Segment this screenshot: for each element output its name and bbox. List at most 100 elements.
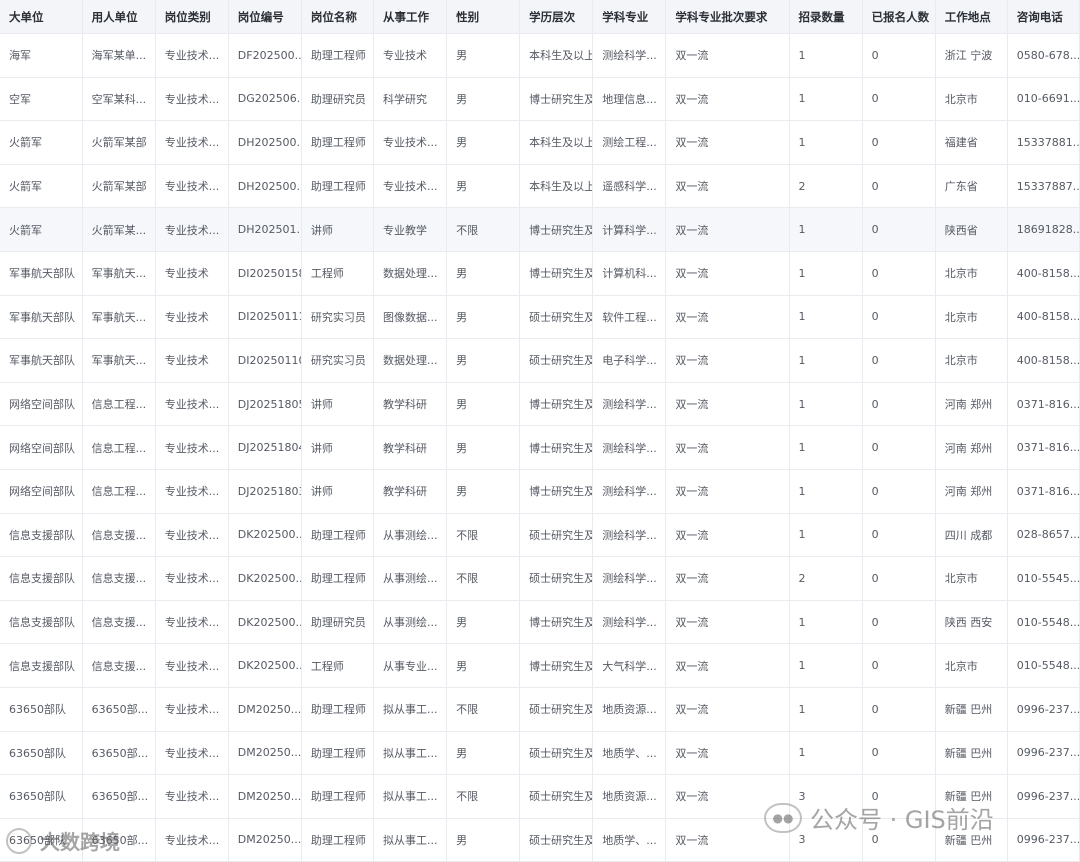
table-cell: 博士研究生及 [519, 382, 594, 427]
table-cell: 男 [446, 818, 521, 862]
table-row[interactable]: 海军 海军某单... 专业技术... DF202500... 助理工程师 专业技术男本科生… [0, 33, 1080, 78]
job-table: 大单位 用人单位 岗位类别 岗位编号 岗位名称 从事工作 性别 学历层次 学科专业 学科专业批次要… [0, 0, 1080, 862]
table-row[interactable]: 网络空间部队 信息工程... 专业技术... DJ20251803 讲师 教学科研男博士研… [0, 469, 1080, 514]
table-cell: 0 [862, 731, 936, 776]
table-cell: 2 [789, 164, 863, 209]
table-cell: DI20250110 [228, 338, 302, 383]
table-cell: 男 [446, 425, 521, 470]
table-cell: 博士研究生及 [519, 207, 594, 252]
table-cell: 教学科研 [373, 469, 448, 514]
table-cell: 双一流 [665, 338, 790, 383]
table-cell: 0580-678... [1007, 33, 1080, 78]
table-cell: 0 [862, 600, 936, 645]
table-cell: 测绘科学... [592, 556, 667, 601]
table-cell: 0 [862, 643, 936, 688]
column-header[interactable]: 用人单位 [82, 0, 156, 34]
column-header[interactable]: 工作地点 [935, 0, 1008, 34]
table-cell: 双一流 [665, 207, 790, 252]
column-header[interactable]: 咨询电话 [1007, 0, 1080, 34]
table-cell: 科学研究 [373, 77, 448, 122]
table-cell: 四川 成都 [935, 513, 1008, 558]
table-row[interactable]: 火箭军 火箭军某部 专业技术... DH202500... 助理工程师 专业技术... 男本… [0, 120, 1080, 165]
column-header[interactable]: 大单位 [0, 0, 83, 34]
wechat-icon: ●● [764, 802, 802, 833]
table-cell: DM20250... [228, 774, 302, 819]
table-cell: 数据处理... [373, 251, 448, 296]
table-cell: DM20250... [228, 731, 302, 776]
table-row[interactable]: 63650部队 63650部... 专业技术... DM20250... 助理工程师 拟从… [0, 687, 1080, 732]
column-header[interactable]: 性别 [446, 0, 521, 34]
table-row[interactable]: 网络空间部队 信息工程... 专业技术... DJ20251804 讲师 教学科研男博士研… [0, 425, 1080, 470]
table-cell: 助理研究员 [301, 77, 374, 122]
table-cell: 1 [789, 469, 863, 514]
table-cell: 电子科学... [592, 338, 667, 383]
table-row[interactable]: 网络空间部队 信息工程... 专业技术... DJ20251805 讲师 教学科研男博士研… [0, 382, 1080, 427]
table-cell: 硕士研究生及 [519, 774, 594, 819]
table-row[interactable]: 军事航天部队 军事航天... 专业技术 DI20250111 研究实习员 图像数据... 男… [0, 295, 1080, 340]
table-cell: 双一流 [665, 687, 790, 732]
table-cell: 男 [446, 251, 521, 296]
table-cell: 军事航天... [82, 338, 156, 383]
table-cell: 拟从事工... [373, 774, 448, 819]
table-cell: 信息支援部队 [0, 513, 83, 558]
table-cell: DH202500... [228, 120, 302, 165]
column-header[interactable]: 招录数量 [789, 0, 863, 34]
column-header[interactable]: 学科专业批次要求 [665, 0, 790, 34]
table-cell: 专业技术... [155, 556, 229, 601]
table-cell: DK202500... [228, 556, 302, 601]
column-header[interactable]: 从事工作 [373, 0, 448, 34]
table-cell: 专业技术... [155, 774, 229, 819]
table-cell: 不限 [446, 774, 521, 819]
table-cell: 硕士研究生及 [519, 687, 594, 732]
table-row[interactable]: 军事航天部队 军事航天... 专业技术 DI20250158 工程师 数据处理... 男博士… [0, 251, 1080, 296]
table-cell: DI20250111 [228, 295, 302, 340]
table-row[interactable]: 火箭军 火箭军某部 专业技术... DH202500... 助理工程师 专业技术... 男本… [0, 164, 1080, 209]
column-header[interactable]: 岗位类别 [155, 0, 229, 34]
table-cell: 硕士研究生及 [519, 731, 594, 776]
table-cell: 双一流 [665, 513, 790, 558]
table-cell: 海军 [0, 33, 83, 78]
column-header[interactable]: 学科专业 [592, 0, 667, 34]
table-cell: 双一流 [665, 425, 790, 470]
table-cell: 信息工程... [82, 382, 156, 427]
table-row[interactable]: 信息支援部队 信息支援... 专业技术... DK202500... 助理工程师 从事测绘… [0, 513, 1080, 558]
table-cell: 信息支援部队 [0, 600, 83, 645]
table-row[interactable]: 信息支援部队 信息支援... 专业技术... DK202500... 助理工程师 从事测绘… [0, 556, 1080, 601]
table-cell: 0371-816... [1007, 469, 1080, 514]
table-cell: 0 [862, 687, 936, 732]
table-cell: 军事航天... [82, 251, 156, 296]
table-cell: 1 [789, 77, 863, 122]
table-cell: 新疆 巴州 [935, 731, 1008, 776]
table-cell: 硕士研究生及 [519, 295, 594, 340]
table-row[interactable]: 63650部队 63650部... 专业技术... DM20250... 助理工程师 拟从… [0, 731, 1080, 776]
table-cell: 数据处理... [373, 338, 448, 383]
column-header[interactable]: 学历层次 [519, 0, 594, 34]
table-cell: 63650部... [82, 687, 156, 732]
table-cell: DM20250... [228, 818, 302, 862]
table-cell: 网络空间部队 [0, 425, 83, 470]
column-header[interactable]: 已报名人数 [862, 0, 936, 34]
table-cell: 专业技术... [155, 469, 229, 514]
table-cell: 专业技术... [155, 33, 229, 78]
table-cell: 测绘科学... [592, 33, 667, 78]
table-cell: DK202500... [228, 513, 302, 558]
table-row[interactable]: 空军 空军某科... 专业技术... DG202506... 助理研究员 科学研究男博士研… [0, 77, 1080, 122]
table-cell: 博士研究生及 [519, 77, 594, 122]
table-cell: 不限 [446, 556, 521, 601]
table-cell: 博士研究生及 [519, 251, 594, 296]
table-cell: 火箭军 [0, 164, 83, 209]
column-header[interactable]: 岗位名称 [301, 0, 374, 34]
table-cell: 专业技术 [373, 33, 448, 78]
table-row[interactable]: 信息支援部队 信息支援... 专业技术... DK202500... 助理研究员 从事测绘… [0, 600, 1080, 645]
table-cell: 010-5545... [1007, 556, 1080, 601]
table-row[interactable]: 火箭军 火箭军某... 专业技术... DH202501... 讲师 专业教学 不限 博士研究… [0, 207, 1080, 252]
table-cell: 军事航天部队 [0, 295, 83, 340]
table-row[interactable]: 信息支援部队 信息支援... 专业技术... DK202500... 工程师 从事专业..… [0, 643, 1080, 688]
table-cell: 专业技术... [373, 164, 448, 209]
table-row[interactable]: 军事航天部队 军事航天... 专业技术 DI20250110 研究实习员 数据处理... 男… [0, 338, 1080, 383]
column-header[interactable]: 岗位编号 [228, 0, 302, 34]
table-cell: 15337881... [1007, 120, 1080, 165]
table-cell: 63650部队 [0, 731, 83, 776]
table-cell: 男 [446, 164, 521, 209]
table-cell: DJ20251805 [228, 382, 302, 427]
